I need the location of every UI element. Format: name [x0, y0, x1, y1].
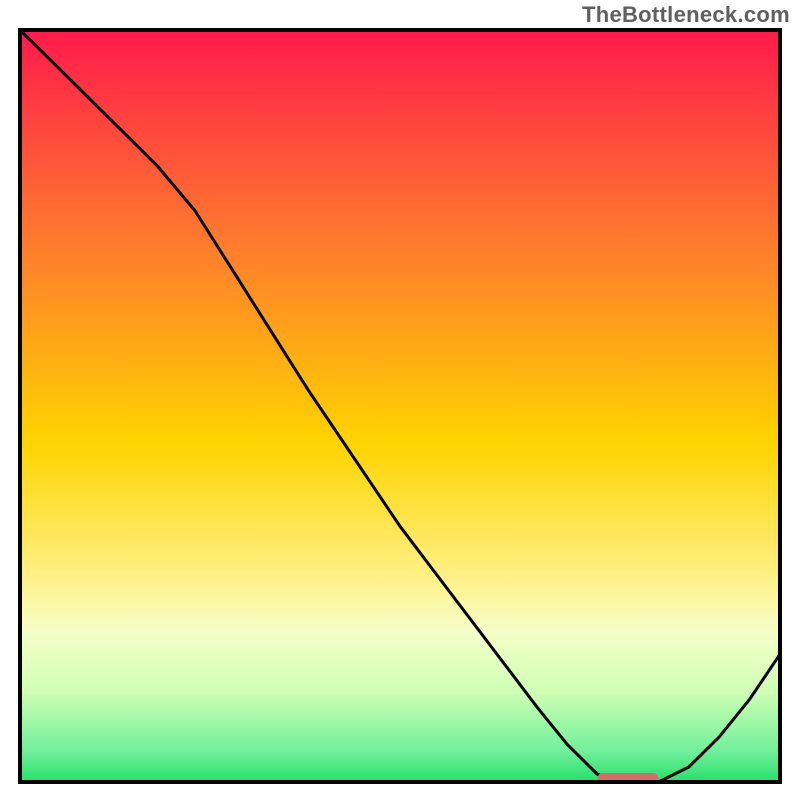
- watermark-text: TheBottleneck.com: [582, 2, 790, 28]
- chart-stage: TheBottleneck.com: [0, 0, 800, 800]
- bottleneck-chart: [0, 0, 800, 800]
- plot-area: [20, 30, 780, 784]
